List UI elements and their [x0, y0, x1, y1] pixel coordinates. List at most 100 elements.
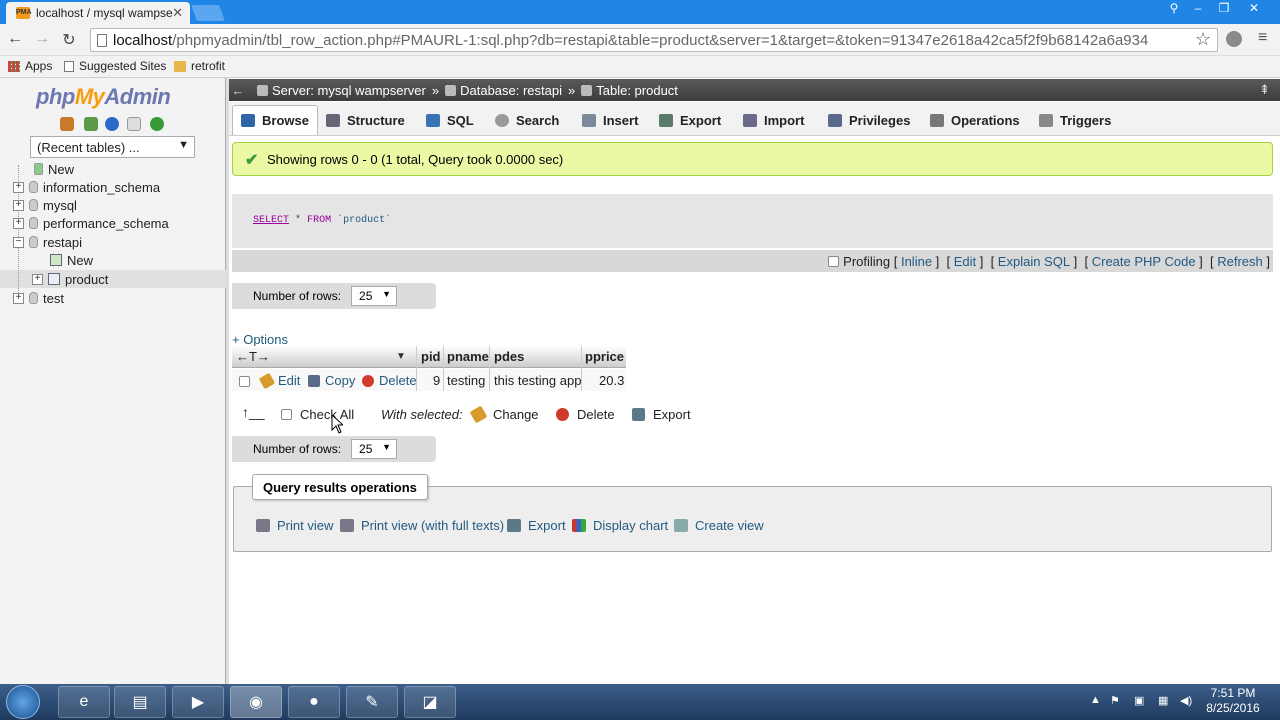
tab-search[interactable]: Search — [487, 105, 567, 135]
tree-item-product[interactable]: + product — [32, 270, 108, 288]
cell-pdes[interactable]: this testing app — [494, 373, 581, 388]
restore-icon[interactable]: ❐ — [1212, 0, 1236, 18]
ie-taskbar-icon[interactable]: e — [58, 686, 110, 718]
cell-pid[interactable]: 9 — [433, 373, 440, 388]
browser-tab[interactable]: PMA localhost / mysql wampse ✕ — [6, 2, 190, 24]
user-icon[interactable]: ⚲ — [1162, 0, 1186, 18]
address-bar[interactable]: localhost/phpmyadmin/tbl_row_action.php#… — [90, 28, 1218, 52]
collapse-arrows-icon[interactable]: ⇞ — [1259, 82, 1270, 98]
profiling-checkbox[interactable] — [828, 255, 840, 267]
close-tab-icon[interactable]: ✕ — [172, 5, 183, 21]
bulk-change-button[interactable]: Change — [469, 405, 539, 424]
taskbar-clock[interactable]: 7:51 PM 8/25/2016 — [1196, 686, 1270, 716]
sort-dropdown-icon[interactable]: ▼ — [396, 351, 406, 362]
breadcrumb-table[interactable]: Table: product — [581, 83, 678, 98]
docs-icon[interactable] — [127, 117, 141, 131]
home-icon[interactable] — [60, 117, 74, 131]
rows-select[interactable]: 25 ▼ — [351, 439, 398, 459]
tab-sql[interactable]: SQL — [418, 105, 482, 135]
tab-structure[interactable]: Structure — [318, 105, 413, 135]
tray-volume-icon[interactable]: ◀) — [1180, 694, 1192, 707]
bookmark-star-icon[interactable]: ☆ — [1195, 29, 1211, 50]
tree-item-test[interactable]: + test — [13, 289, 64, 307]
expand-icon[interactable]: + — [13, 181, 24, 193]
bulk-export-button[interactable]: Export — [632, 407, 691, 422]
tree-item-performance-schema[interactable]: + performance_schema — [13, 214, 169, 232]
refresh-link[interactable]: Refresh — [1217, 254, 1263, 269]
extension-icon[interactable] — [1226, 31, 1242, 47]
forward-icon[interactable]: → — [31, 30, 53, 48]
app-taskbar-icon[interactable]: ● — [288, 686, 340, 718]
tray-network-icon[interactable]: ▦ — [1158, 694, 1168, 707]
breadcrumb-database[interactable]: Database: restapi — [445, 83, 562, 98]
expand-icon[interactable]: + — [32, 273, 43, 285]
sql-keyword[interactable]: SELECT — [253, 215, 289, 226]
media-taskbar-icon[interactable]: ▶ — [172, 686, 224, 718]
collapse-icon[interactable]: − — [13, 236, 24, 248]
print-view-full-link[interactable]: Print view (with full texts) — [340, 518, 504, 533]
print-view-link[interactable]: Print view — [256, 518, 333, 533]
cell-pprice[interactable]: 20.3 — [599, 373, 624, 388]
export-results-link[interactable]: Export — [507, 518, 566, 533]
tray-flag-icon[interactable]: ⚑ — [1110, 694, 1120, 707]
column-move-arrows[interactable]: ←T→ — [236, 349, 270, 364]
tab-export[interactable]: Export — [651, 105, 729, 135]
expand-icon[interactable]: + — [13, 217, 24, 229]
options-link[interactable]: + Options — [232, 332, 288, 347]
row-edit-link[interactable]: Edit — [258, 372, 300, 389]
close-window-icon[interactable]: ✕ — [1242, 0, 1266, 18]
edit-sql-link[interactable]: Edit — [954, 254, 976, 269]
tab-operations[interactable]: Operations — [922, 105, 1028, 135]
recent-tables-select[interactable]: (Recent tables) ... ▼ — [30, 136, 195, 158]
panel-splitter[interactable] — [226, 78, 229, 684]
reload-nav-icon[interactable] — [150, 117, 164, 131]
row-checkbox[interactable] — [239, 376, 250, 387]
rows-select[interactable]: 25 ▼ — [351, 286, 398, 306]
menu-icon[interactable]: ≡ — [1258, 29, 1267, 47]
new-tab-button[interactable] — [191, 5, 225, 21]
back-icon[interactable]: ← — [4, 30, 26, 48]
chrome-taskbar-icon[interactable]: ◉ — [230, 686, 282, 718]
bookmark-suggested-sites[interactable]: Suggested Sites — [64, 59, 166, 73]
tree-item-restapi-new[interactable]: New — [50, 251, 93, 269]
explorer-taskbar-icon[interactable]: ▤ — [114, 686, 166, 718]
help-icon[interactable] — [105, 117, 119, 131]
bookmark-retrofit[interactable]: retrofit — [174, 59, 225, 73]
start-button[interactable] — [6, 685, 40, 719]
minimize-icon[interactable]: – — [1186, 0, 1210, 18]
tree-item-restapi[interactable]: − restapi — [13, 233, 82, 251]
breadcrumb-server[interactable]: Server: mysql wampserver — [257, 83, 426, 98]
tab-import[interactable]: Import — [735, 105, 812, 135]
row-copy-link[interactable]: Copy — [308, 373, 355, 388]
column-header-pdes[interactable]: pdes — [494, 349, 524, 364]
column-header-pid[interactable]: pid — [421, 349, 441, 364]
cell-pname[interactable]: testing — [447, 373, 485, 388]
bulk-delete-button[interactable]: Delete — [556, 407, 615, 422]
expand-icon[interactable]: + — [13, 292, 24, 304]
inline-link[interactable]: Inline — [901, 254, 932, 269]
back-arrow-icon[interactable]: ← — [229, 83, 247, 98]
tool-taskbar-icon[interactable]: ✎ — [346, 686, 398, 718]
editor-taskbar-icon[interactable]: ◪ — [404, 686, 456, 718]
logout-icon[interactable] — [84, 117, 98, 131]
display-chart-link[interactable]: Display chart — [572, 518, 668, 533]
column-header-pprice[interactable]: pprice — [585, 349, 624, 364]
tray-arrow-icon[interactable]: ▲ — [1090, 694, 1101, 706]
check-all-label[interactable]: Check All — [300, 407, 354, 422]
column-header-pname[interactable]: pname — [447, 349, 489, 364]
expand-icon[interactable]: + — [13, 199, 24, 211]
explain-sql-link[interactable]: Explain SQL — [998, 254, 1070, 269]
create-php-code-link[interactable]: Create PHP Code — [1092, 254, 1196, 269]
create-view-link[interactable]: Create view — [674, 518, 764, 533]
tree-item-new[interactable]: New — [34, 160, 74, 178]
check-all-checkbox[interactable] — [281, 409, 292, 420]
tab-triggers[interactable]: Triggers — [1031, 105, 1119, 135]
row-delete-link[interactable]: Delete — [362, 373, 417, 388]
tab-browse[interactable]: Browse — [232, 105, 318, 135]
tab-insert[interactable]: Insert — [574, 105, 646, 135]
tree-item-information-schema[interactable]: + information_schema — [13, 178, 160, 196]
reload-icon[interactable]: ↻ — [58, 30, 80, 50]
bookmark-apps[interactable]: Apps — [8, 59, 52, 73]
tab-privileges[interactable]: Privileges — [820, 105, 918, 135]
tray-app-icon[interactable]: ▣ — [1134, 694, 1144, 707]
